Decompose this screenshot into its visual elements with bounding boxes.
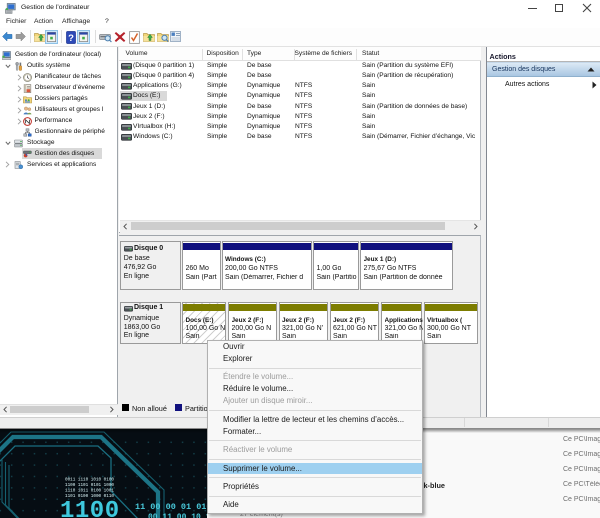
svg-text:?: ?	[68, 32, 74, 43]
